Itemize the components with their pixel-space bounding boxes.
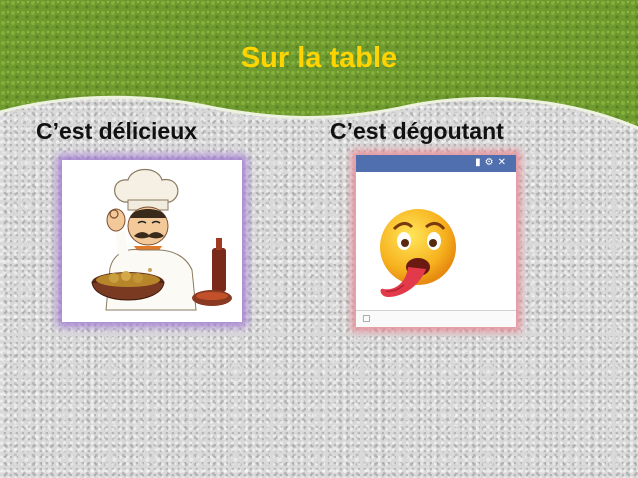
emoji-chat-window: ▮⚙✕ ▢	[356, 155, 516, 327]
delicious-label: C’est délicieux	[36, 118, 198, 144]
slide-title: Sur la table	[240, 42, 398, 74]
disgusted-emoji-icon	[380, 209, 456, 297]
chef-image-frame	[62, 160, 242, 322]
chat-input-bar[interactable]: ▢	[356, 310, 516, 327]
chat-attachment-icon[interactable]: ▢	[362, 313, 371, 324]
chef-illustration	[91, 168, 232, 311]
slide: Sur la table C’est délicieux C’est dégou…	[0, 0, 638, 478]
disgusting-label: C’est dégoutant	[330, 118, 504, 144]
